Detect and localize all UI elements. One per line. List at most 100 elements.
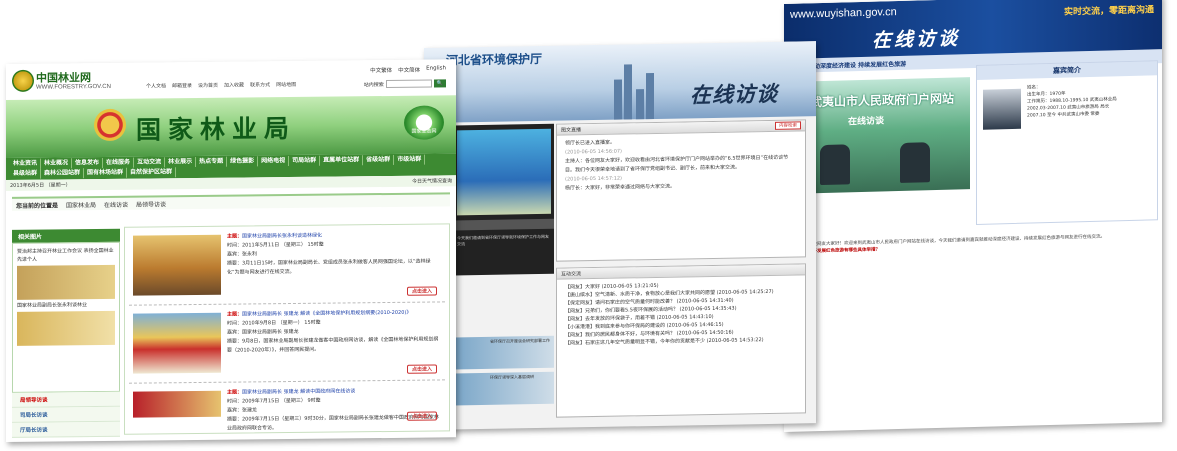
nav-item[interactable]: 信息发布 — [72, 157, 104, 169]
enter-button[interactable]: 点击进入 — [406, 411, 437, 421]
related-thumbs: 省环保厅召开座谈会研究部署工作 环保厅领导深入基层调研 — [454, 335, 554, 408]
menu-leader-interview[interactable]: 局领导访谈 — [12, 391, 120, 408]
video-screen[interactable] — [457, 128, 551, 216]
lang-english[interactable]: English — [426, 65, 446, 73]
nav-item[interactable]: 林业资讯 — [10, 158, 42, 169]
utility-link[interactable]: 邮箱登录 — [172, 82, 192, 89]
interview-summary: 摘要：9月8日，国家林业局副局长张建龙做客中国政府网访谈，解读《全国林地保护利用… — [227, 336, 439, 354]
photo-caption: 武夷山市人民政府门户网站 — [810, 91, 955, 110]
nav-item[interactable]: 省级站群 — [363, 154, 395, 166]
hebei-interview-screenshot: 河北省环境保护厅 在线访谈 今天我们邀请到省环保厅领导就环境保护工作与网友交流 … — [424, 41, 816, 430]
breadcrumb: 您当前的位置是 国家林业局 在线访谈 局领导访谈 — [12, 192, 450, 211]
interaction-title: 互动交流 — [561, 271, 582, 278]
video-player[interactable]: 今天我们邀请到省环保厅领导就环境保护工作与网友交流 — [454, 123, 554, 276]
interview-summary: 摘要：3月11日15时，国家林业局副局长、党组成员张永利做客人民网强国论坛，以“… — [227, 258, 431, 276]
breadcrumb-item[interactable]: 在线访谈 — [104, 199, 128, 208]
hero-title: 国家林业局 — [136, 113, 297, 145]
subject-label: 主题： — [227, 233, 243, 240]
guest-profile-text: 姓名： 出生年月：1970年 工作简历：1988.10-1995.10 武夷山林… — [1027, 85, 1117, 119]
language-switcher: 中文繁体 中文简体 English — [370, 65, 446, 74]
forestry-hero: 国家林业局 国家生态网 — [6, 95, 456, 158]
nav-item[interactable]: 县级站群 — [10, 168, 42, 179]
related-picture-caption[interactable]: 国家林业局副局长张永利谈林业 — [17, 301, 115, 310]
interview-transcript: 主持人：各位网友大家好！欢迎来到武夷山市人民政府门户网站在线访谈，今天我们邀请到… — [790, 232, 1156, 256]
interview-list: 主题：国家林业局副局长张永利谈造林绿化 时间：2011年5月11日 （星期三） … — [124, 223, 450, 435]
transcript-text: 主持人：各位网友大家好！欢迎来到武夷山市人民政府门户网站在线访谈，今天我们邀请到… — [790, 234, 1105, 248]
live-text-panel: 图文直播 内容检索 领厅长已进入直播室。 (2010-06-05 14:56:0… — [556, 119, 806, 262]
interview-thumb[interactable] — [133, 234, 221, 296]
interview-thumb[interactable] — [133, 312, 221, 374]
interview-item: 主题：国家林业局副局长 张建龙 解读《全国林地保护利用规划纲要(2010-202… — [129, 302, 445, 384]
related-thumb[interactable]: 省环保厅召开座谈会研究部署工作 — [454, 335, 554, 370]
search-label: 站内搜索 — [363, 81, 384, 88]
menu-bureau-interview[interactable]: 厅局长访谈 — [12, 421, 120, 438]
interview-title[interactable]: 国家林业局副局长 张建龙 解读中国政府网在线访谈 — [242, 388, 355, 395]
nav-item[interactable]: 直属单位站群 — [320, 155, 364, 166]
site-url: WWW.FORESTRY.GOV.CN — [36, 83, 111, 91]
interaction-list: 【网友】大家好 (2010-06-05 13:21:05) 【唐山缤水】空气清新… — [557, 275, 805, 351]
interview-title[interactable]: 国家林业局副局长张永利谈造林绿化 — [242, 233, 322, 240]
guest-profile-heading: 嘉宾简介 — [977, 61, 1157, 80]
nav-item[interactable]: 网络电视 — [258, 156, 290, 167]
video-caption: 今天我们邀请到省环保厅领导就环境保护工作与网友交流 — [457, 233, 549, 247]
lang-simplified[interactable]: 中文简体 — [398, 66, 420, 74]
search-input[interactable] — [385, 79, 432, 89]
nav-item[interactable]: 绿色摄影 — [227, 156, 259, 167]
current-date: 2013年6月5日 （星期一） — [10, 182, 71, 189]
enter-button[interactable]: 点击进入 — [406, 364, 437, 374]
search-button[interactable]: 🔍 — [433, 79, 446, 88]
nav-item[interactable]: 司局站群 — [289, 155, 321, 167]
related-picture[interactable] — [17, 264, 115, 300]
interview-item: 主题：国家林业局副局长张永利谈造林绿化 时间：2011年5月11日 （星期三） … — [129, 224, 445, 306]
enter-button[interactable]: 点击进入 — [406, 286, 437, 296]
related-picture[interactable] — [17, 310, 115, 346]
wuyishan-banner: www.wuyishan.gov.cn 实时交流，零距离沟通 在线访谈 — [784, 0, 1162, 59]
nav-item[interactable]: 热点专题 — [196, 156, 228, 168]
forestry-logo-icon[interactable] — [12, 69, 34, 92]
forestry-topbar: 中国林业网 WWW.FORESTRY.GOV.CN 中文繁体 中文简体 Engl… — [6, 59, 456, 100]
interview-info: 主题：国家林业局副局长 张建龙 解读中国政府网在线访谈 时间：2009年7月15… — [227, 386, 439, 433]
utility-link[interactable]: 网站地图 — [276, 81, 296, 88]
hebei-banner: 河北省环境保护厅 在线访谈 — [424, 41, 816, 123]
subject-label: 主题： — [227, 311, 243, 318]
interview-title[interactable]: 国家林业局副局长 张建龙 解读《全国林地保护利用规划纲要(2010-2020)》 — [242, 310, 411, 318]
subject-label: 主题： — [227, 389, 243, 396]
building-graphic — [636, 89, 644, 120]
related-pictures-heading: 相关图片 — [12, 228, 120, 243]
utility-link[interactable]: 个人文档 — [146, 82, 166, 89]
related-picture-caption[interactable]: 贾治邦主持召开林业工作会议 表扬全国林业先进个人 — [17, 247, 115, 264]
utility-link[interactable]: 设为首页 — [198, 82, 218, 89]
nav-item[interactable]: 林业展示 — [165, 157, 197, 168]
nav-item[interactable]: 林业概况 — [41, 158, 73, 169]
guest-avatar — [983, 88, 1021, 130]
search-content-button[interactable]: 内容检索 — [775, 121, 801, 130]
related-thumb-text: 省环保厅召开座谈会研究部署工作 — [490, 337, 550, 344]
site-url[interactable]: www.wuyishan.gov.cn — [790, 6, 897, 21]
nav-item[interactable]: 国有林场站群 — [84, 167, 128, 179]
forestry-interview-screenshot: 中国林业网 WWW.FORESTRY.GOV.CN 中文繁体 中文简体 Engl… — [6, 59, 456, 442]
nav-item[interactable]: 在线服务 — [103, 157, 135, 168]
host-figure — [900, 142, 930, 183]
interview-thumb[interactable] — [133, 390, 221, 418]
breadcrumb-item[interactable]: 国家林业局 — [66, 200, 96, 209]
building-graphic — [646, 72, 654, 120]
menu-director-interview[interactable]: 司局长访谈 — [12, 406, 120, 423]
eco-network-logo[interactable]: 国家生态网 — [404, 105, 444, 140]
video-controls[interactable] — [454, 218, 554, 231]
utility-link[interactable]: 加入收藏 — [224, 82, 244, 89]
interview-item: 主题：国家林业局副局长 张建龙 解读中国政府网在线访谈 时间：2009年7月15… — [129, 380, 445, 432]
nav-item[interactable]: 互动交流 — [134, 157, 166, 168]
slogan: 实时交流，零距离沟通 — [1063, 5, 1154, 18]
nav-item[interactable]: 市级站群 — [394, 154, 426, 165]
related-pictures-box: 贾治邦主持召开林业工作会议 表扬全国林业先进个人 国家林业局副局长张永利谈林业 — [12, 241, 120, 393]
left-column: 相关图片 贾治邦主持召开林业工作会议 表扬全国林业先进个人 国家林业局副局长张永… — [12, 228, 120, 438]
lang-traditional[interactable]: 中文繁体 — [370, 66, 392, 74]
related-thumb[interactable]: 环保厅领导深入基层调研 — [454, 371, 554, 406]
utility-link[interactable]: 联系方式 — [250, 81, 270, 88]
nav-item[interactable]: 森林公园站群 — [41, 168, 85, 179]
eco-network-label: 国家生态网 — [411, 128, 437, 135]
breadcrumb-item[interactable]: 局领导访谈 — [136, 199, 166, 208]
wuyishan-interview-screenshot: www.wuyishan.gov.cn 实时交流，零距离沟通 在线访谈 嘉宾：推… — [784, 0, 1162, 433]
nav-item[interactable]: 自然保护区站群 — [127, 167, 177, 178]
weather-link[interactable]: 今日天气情况查询 — [412, 177, 452, 184]
